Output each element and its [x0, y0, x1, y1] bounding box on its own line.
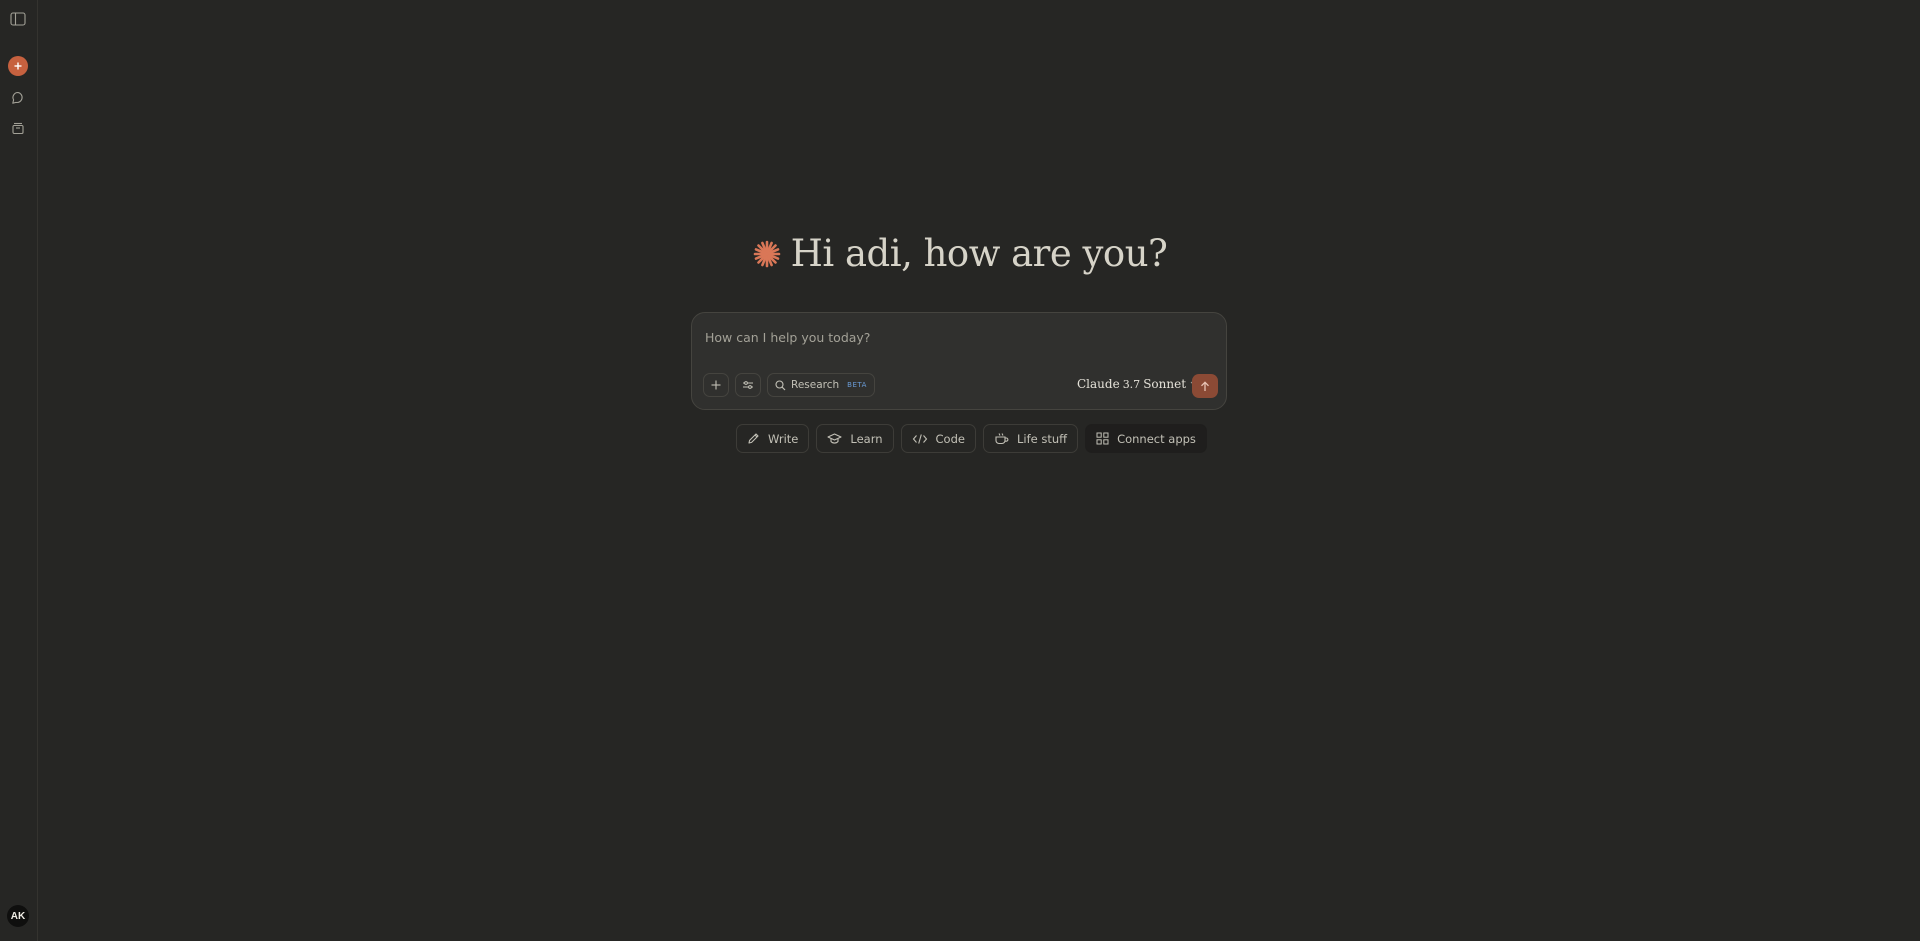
search-icon — [775, 379, 786, 390]
model-version: 3.7 — [1122, 377, 1141, 391]
chip-label: Code — [935, 431, 965, 446]
suggestion-chips: Write Learn Code Life stuff Connect apps — [736, 424, 1207, 453]
sidebar-toggle-icon — [10, 12, 26, 26]
new-chat-button[interactable] — [8, 56, 28, 76]
greeting-text: Hi adi, how are you? — [790, 232, 1168, 275]
model-variant: Sonnet — [1143, 377, 1187, 391]
arrow-up-icon — [1201, 380, 1209, 391]
chip-label: Write — [768, 431, 799, 446]
chats-button[interactable] — [6, 86, 30, 110]
chip-write[interactable]: Write — [736, 424, 810, 453]
code-icon — [912, 433, 927, 444]
model-selector[interactable]: Claude 3.7 Sonnet — [1077, 377, 1199, 391]
toggle-sidebar-button[interactable] — [6, 7, 30, 31]
sidebar: AK — [0, 0, 38, 941]
research-button[interactable]: Research BETA — [767, 373, 875, 397]
model-name: Claude — [1077, 377, 1120, 391]
chip-code[interactable]: Code — [900, 424, 976, 453]
pencil-icon — [748, 433, 759, 444]
projects-button[interactable] — [6, 116, 30, 140]
chip-label: Connect apps — [1117, 431, 1196, 446]
greeting: Hi adi, how are you? — [0, 232, 1920, 275]
coffee-cup-icon — [995, 433, 1009, 445]
research-label: Research — [791, 379, 840, 391]
beta-badge: BETA — [847, 381, 867, 389]
attach-button[interactable] — [703, 373, 729, 397]
plus-icon — [711, 380, 721, 390]
grid-icon — [1096, 432, 1109, 445]
chip-learn[interactable]: Learn — [816, 424, 894, 453]
chat-bubble-icon — [12, 91, 23, 104]
message-input[interactable] — [703, 326, 1207, 348]
plus-icon — [14, 62, 22, 70]
chip-connect-apps[interactable]: Connect apps — [1085, 424, 1207, 453]
claude-logo-icon — [753, 240, 780, 267]
chip-label: Life stuff — [1016, 431, 1068, 446]
user-avatar[interactable]: AK — [7, 905, 29, 927]
chip-label: Learn — [850, 431, 883, 446]
send-button[interactable] — [1192, 374, 1218, 398]
sliders-icon — [743, 381, 753, 389]
chip-life-stuff[interactable]: Life stuff — [982, 424, 1079, 453]
tools-button[interactable] — [735, 373, 761, 397]
graduation-cap-icon — [827, 433, 842, 444]
projects-icon — [12, 122, 24, 135]
message-composer: Research BETA Claude 3.7 Sonnet — [691, 312, 1227, 410]
